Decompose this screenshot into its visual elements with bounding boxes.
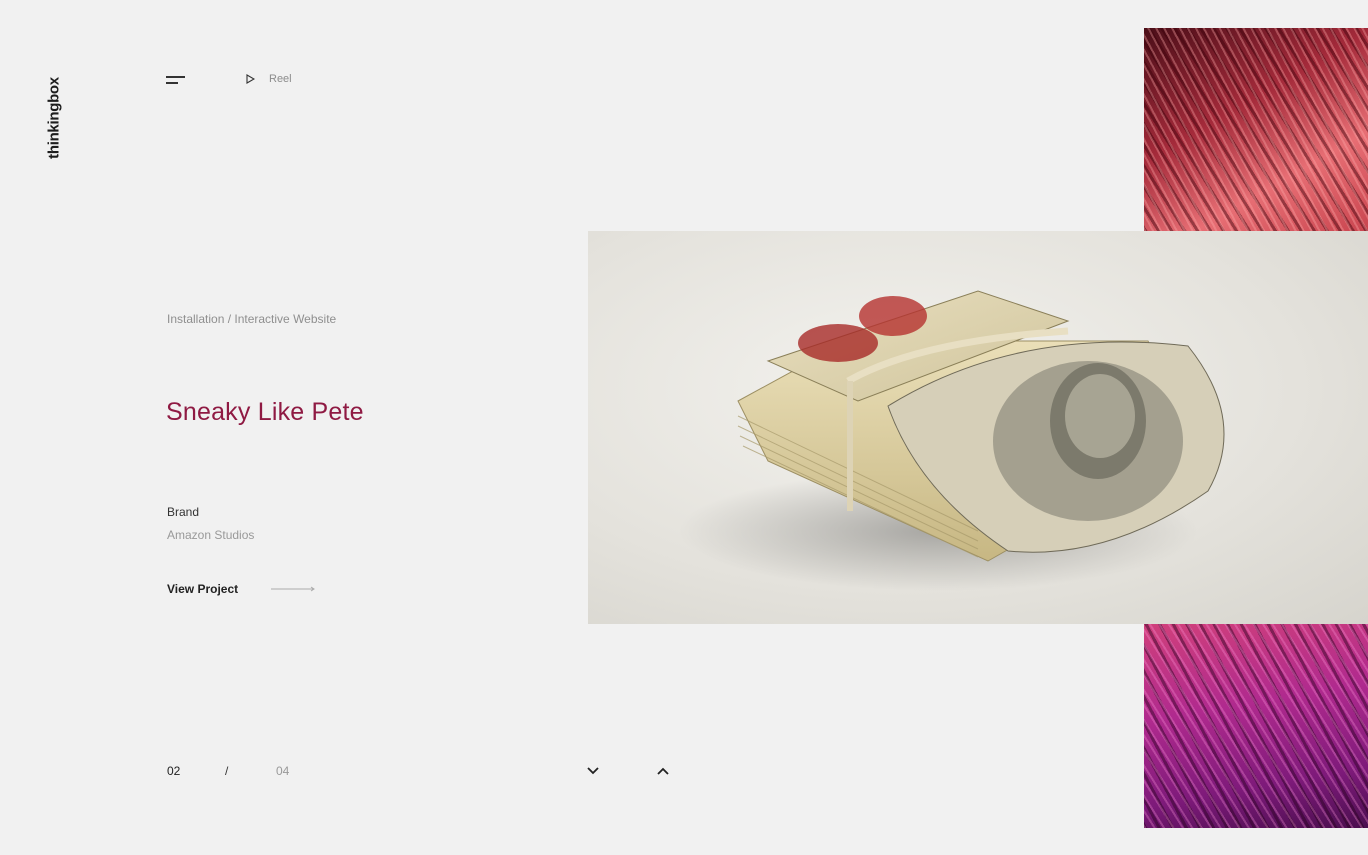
previous-project-button[interactable] bbox=[656, 764, 670, 782]
logo[interactable]: thinkingbox bbox=[40, 77, 68, 159]
view-project-link[interactable]: View Project bbox=[167, 582, 316, 596]
project-category: Installation / Interactive Website bbox=[167, 312, 337, 326]
brand-value: Amazon Studios bbox=[167, 528, 255, 542]
chevron-up-icon bbox=[657, 767, 669, 775]
logo-text: thinkingbox bbox=[45, 77, 63, 159]
chevron-down-icon bbox=[587, 767, 599, 775]
thumb-bottom-image[interactable] bbox=[1144, 624, 1368, 828]
view-project-label: View Project bbox=[167, 582, 239, 596]
project-title: Sneaky Like Pete bbox=[166, 398, 364, 426]
page-current: 02 bbox=[167, 764, 181, 778]
page-total: 04 bbox=[276, 764, 290, 778]
reel-button[interactable]: Reel bbox=[246, 73, 292, 85]
menu-icon[interactable] bbox=[166, 74, 188, 88]
play-icon bbox=[246, 74, 255, 84]
next-project-button[interactable] bbox=[586, 764, 600, 782]
page-separator: / bbox=[225, 764, 229, 778]
hero-image[interactable] bbox=[588, 231, 1368, 624]
thumb-top-image[interactable] bbox=[1144, 28, 1368, 231]
arrow-right-icon bbox=[271, 586, 316, 592]
reel-label: Reel bbox=[269, 73, 292, 85]
brand-label: Brand bbox=[167, 505, 200, 519]
